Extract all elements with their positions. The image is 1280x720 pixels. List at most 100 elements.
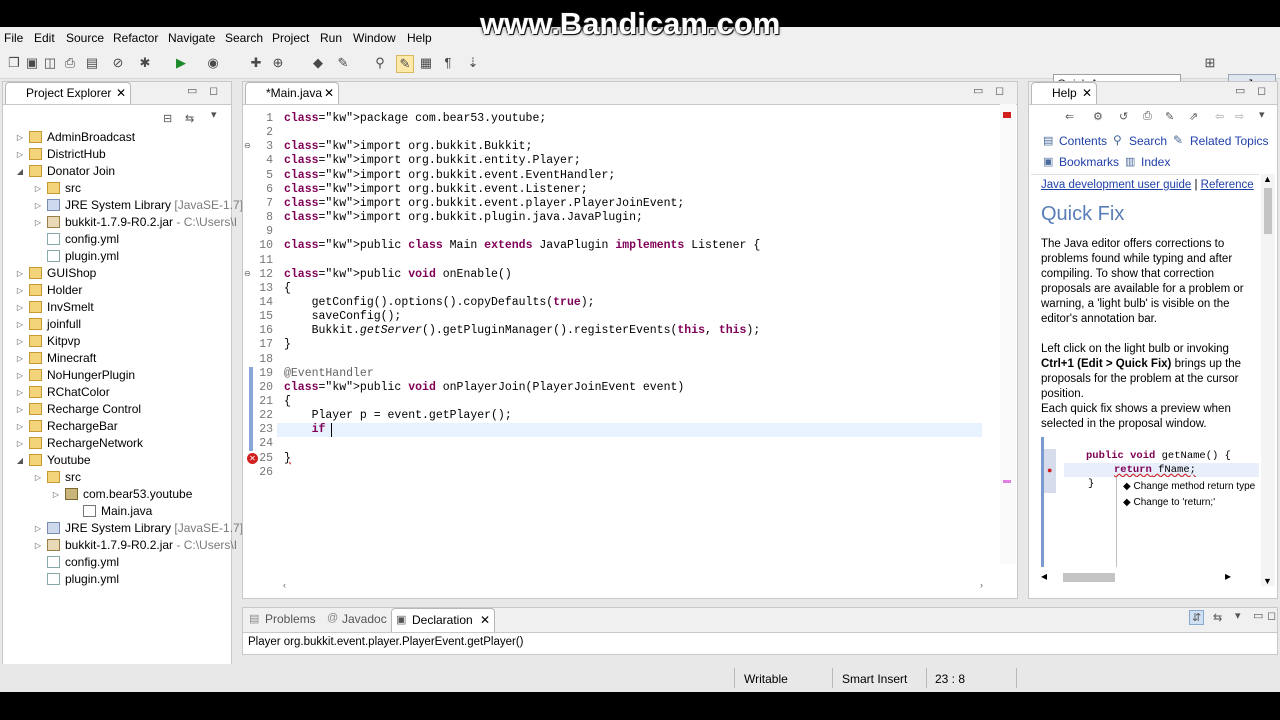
- view-menu-icon[interactable]: ▾: [1235, 609, 1241, 622]
- tree-item[interactable]: ▷ Minecraft: [3, 350, 231, 367]
- editor-hscrollbar[interactable]: ‹ ›: [283, 580, 983, 594]
- collapsed-icon[interactable]: ▷: [15, 299, 25, 316]
- forward-icon[interactable]: ⇨: [1235, 110, 1244, 123]
- tree-item[interactable]: ▷ RechargeNetwork: [3, 435, 231, 452]
- code-line[interactable]: class="kw">import org.bukkit.entity.Play…: [284, 154, 581, 168]
- print-icon[interactable]: ⎙: [62, 55, 78, 71]
- code-line[interactable]: class="kw">public void onEnable(): [284, 268, 512, 282]
- open-type-icon[interactable]: ◆: [310, 55, 326, 71]
- maximize-icon[interactable]: ◻: [209, 84, 218, 97]
- tree-item[interactable]: ▷ AdminBroadcast: [3, 129, 231, 146]
- code-line[interactable]: class="kw">public class Main extends Jav…: [284, 239, 760, 253]
- code-area[interactable]: 1 class="kw">package com.bear53.youtube; 2…: [243, 112, 988, 564]
- scroll-left-icon[interactable]: ◂: [1041, 569, 1047, 583]
- menu-help[interactable]: Help: [407, 31, 432, 45]
- collapsed-icon[interactable]: ▷: [15, 350, 25, 367]
- menu-file[interactable]: File: [4, 31, 23, 45]
- menu-edit[interactable]: Edit: [34, 31, 55, 45]
- new-icon[interactable]: ❐: [6, 55, 22, 71]
- tree-item[interactable]: ▷ GUIShop: [3, 265, 231, 282]
- tree-item[interactable]: ◢ Youtube: [3, 452, 231, 469]
- expanded-icon[interactable]: ◢: [15, 163, 25, 180]
- help-search-link[interactable]: Search: [1129, 134, 1167, 148]
- code-line[interactable]: class="kw">import org.bukkit.Bukkit;: [284, 140, 532, 154]
- tree-item[interactable]: ▷ RechargeBar: [3, 418, 231, 435]
- proposal-change-to-return[interactable]: ◆ Change to 'return;': [1123, 497, 1215, 508]
- save-all-icon[interactable]: ◫: [42, 55, 58, 71]
- collapsed-icon[interactable]: ▷: [15, 418, 25, 435]
- link-editor-icon[interactable]: ⇆: [185, 112, 194, 125]
- collapsed-icon[interactable]: ▷: [33, 214, 43, 231]
- tree-item[interactable]: ▷ src: [3, 469, 231, 486]
- highlight-search-icon[interactable]: ✎: [1165, 110, 1174, 123]
- scroll-right-icon[interactable]: ›: [980, 580, 983, 590]
- tree-item[interactable]: ◢ Donator Join: [3, 163, 231, 180]
- tab-project-explorer[interactable]: Project Explorer ✕: [5, 82, 131, 104]
- breadcrumb-reference[interactable]: Reference: [1201, 179, 1254, 191]
- error-marker-icon[interactable]: [1003, 112, 1011, 118]
- new-java-project-icon[interactable]: ✚: [248, 55, 264, 71]
- help-hscrollbar[interactable]: ◂ ▸: [1041, 569, 1231, 583]
- collapsed-icon[interactable]: ▷: [33, 520, 43, 537]
- collapsed-icon[interactable]: ▷: [15, 333, 25, 350]
- open-input-icon[interactable]: ⇆: [1213, 611, 1222, 624]
- code-line[interactable]: Bukkit.getServer().getPluginManager().re…: [284, 324, 761, 338]
- collapse-all-icon[interactable]: ⊟: [163, 112, 172, 125]
- collapsed-icon[interactable]: ▷: [15, 282, 25, 299]
- menu-window[interactable]: Window: [353, 31, 396, 45]
- help-hscroll-thumb[interactable]: [1063, 573, 1115, 582]
- skip-breakpoints-icon[interactable]: ⊘: [110, 55, 126, 71]
- tab-help[interactable]: Help ✕: [1031, 82, 1097, 104]
- minimize-icon[interactable]: ▭: [973, 84, 983, 97]
- external-tools-icon[interactable]: ◉: [205, 55, 221, 71]
- code-line[interactable]: {: [284, 395, 291, 409]
- collapsed-icon[interactable]: ▷: [15, 384, 25, 401]
- print-icon[interactable]: ⎙: [1143, 110, 1152, 123]
- fold-icon[interactable]: ⊖: [244, 269, 251, 278]
- open-external-icon[interactable]: ⇗: [1189, 110, 1198, 123]
- tree-item[interactable]: ▷ com.bear53.youtube: [3, 486, 231, 503]
- error-icon[interactable]: ✕: [247, 452, 258, 464]
- code-line[interactable]: class="kw">package com.bear53.youtube;: [284, 112, 546, 126]
- help-index-link[interactable]: Index: [1141, 155, 1170, 169]
- open-perspective-icon[interactable]: ⊞: [1202, 55, 1218, 71]
- search-icon[interactable]: ✎: [335, 55, 351, 71]
- help-bookmarks-link[interactable]: Bookmarks: [1059, 155, 1119, 169]
- help-vscrollbar[interactable]: ▲ ▼: [1261, 174, 1275, 586]
- menu-refactor[interactable]: Refactor: [113, 31, 158, 45]
- next-annotation-icon[interactable]: ⇣: [465, 55, 481, 71]
- maximize-icon[interactable]: ◻: [995, 84, 1004, 97]
- collapsed-icon[interactable]: ▷: [15, 367, 25, 384]
- code-line[interactable]: }: [284, 452, 291, 466]
- tree-item[interactable]: ▷ bukkit-1.7.9-R0.2.jar - C:\Users\I: [3, 537, 237, 554]
- collapsed-icon[interactable]: ▷: [15, 129, 25, 146]
- tab-declaration[interactable]: ▣ Declaration ✕: [391, 608, 495, 632]
- help-vscroll-thumb[interactable]: [1264, 188, 1272, 234]
- back-icon[interactable]: ⇦: [1215, 110, 1224, 123]
- collapsed-icon[interactable]: ▷: [15, 401, 25, 418]
- tree-item[interactable]: ▷ JRE System Library [JavaSE-1.7]: [3, 520, 243, 537]
- run-icon[interactable]: ▶: [173, 55, 189, 71]
- close-icon[interactable]: ✕: [1082, 83, 1092, 103]
- save-icon[interactable]: ▣: [24, 55, 40, 71]
- collapsed-icon[interactable]: ▷: [15, 146, 25, 163]
- tree-item[interactable]: ▷ JRE System Library [JavaSE-1.7]: [3, 197, 243, 214]
- collapsed-icon[interactable]: ▷: [33, 180, 43, 197]
- collapsed-icon[interactable]: ▷: [15, 316, 25, 333]
- print-icon-2[interactable]: ▤: [84, 55, 100, 71]
- code-line[interactable]: {: [284, 282, 291, 296]
- menu-source[interactable]: Source: [66, 31, 104, 45]
- tree-item[interactable]: ▷ Kitpvp: [3, 333, 231, 350]
- tab-main-java[interactable]: *Main.java ✕: [245, 82, 339, 104]
- close-icon[interactable]: ✕: [116, 83, 126, 103]
- debug-icon[interactable]: ✱: [137, 55, 153, 71]
- collapsed-icon[interactable]: ▷: [33, 469, 43, 486]
- collapsed-icon[interactable]: ▷: [51, 486, 61, 503]
- scroll-down-icon[interactable]: ▼: [1263, 576, 1272, 586]
- minimize-icon[interactable]: ▭: [187, 84, 197, 97]
- maximize-icon[interactable]: ◻: [1257, 84, 1266, 97]
- proposal-change-return-type[interactable]: ◆ Change method return type: [1123, 481, 1256, 492]
- view-menu-icon[interactable]: ▾: [1259, 108, 1265, 121]
- tree-item[interactable]: plugin.yml: [3, 571, 231, 588]
- tree-item[interactable]: ▷ src: [3, 180, 231, 197]
